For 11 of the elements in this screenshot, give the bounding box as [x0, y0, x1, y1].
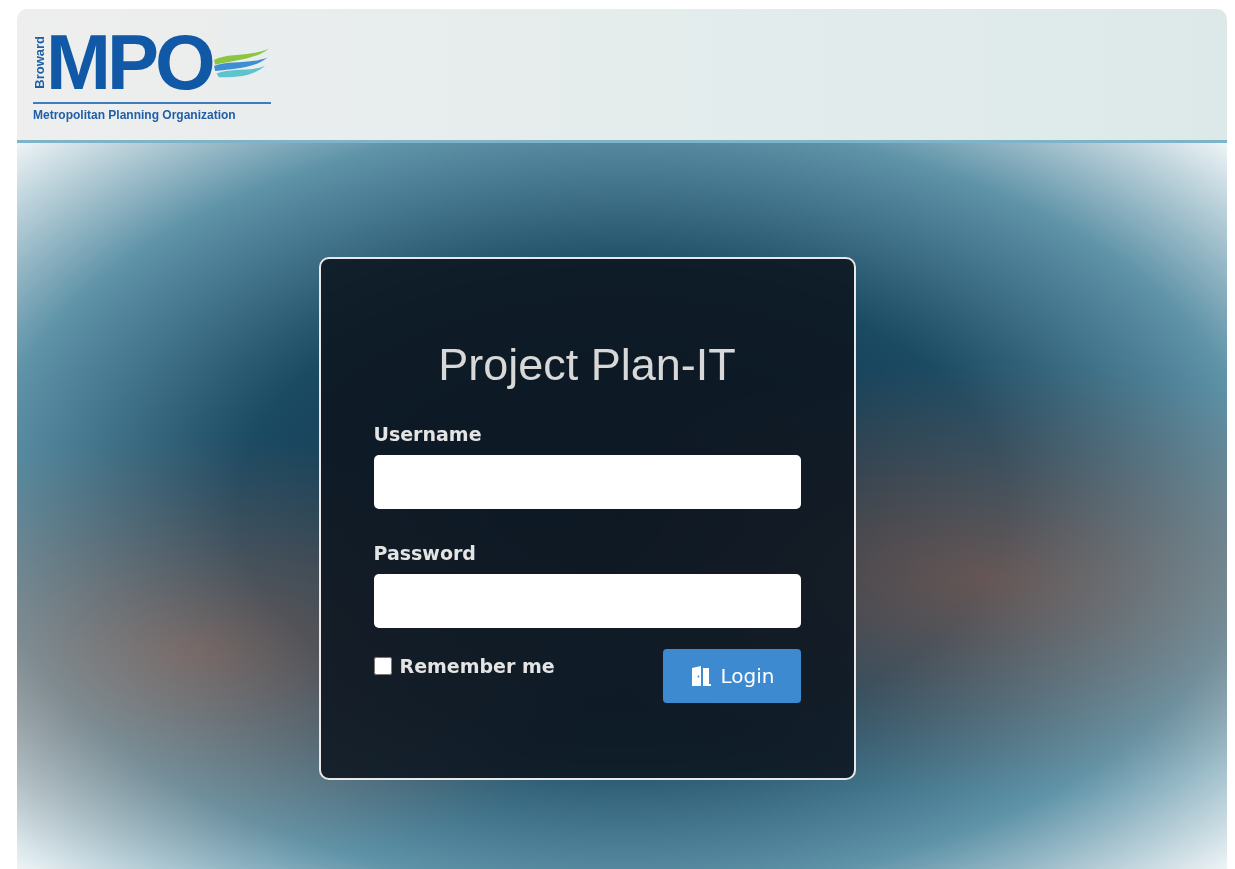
field-label: Password — [373, 542, 476, 564]
logo-tagline: Metropolitan Planning Organization — [33, 107, 237, 122]
remember-label: Remember me — [399, 655, 555, 677]
field-label: Username — [373, 423, 482, 445]
input-field[interactable] — [373, 574, 801, 628]
login-button[interactable]: Login — [662, 649, 801, 703]
remember-checkbox[interactable] — [373, 657, 392, 675]
login-title: Project Plan-IT — [437, 339, 737, 391]
logo-side-text: Broward — [33, 36, 46, 89]
input-field[interactable] — [373, 455, 801, 509]
logo-mark-text: MPO — [46, 27, 212, 98]
